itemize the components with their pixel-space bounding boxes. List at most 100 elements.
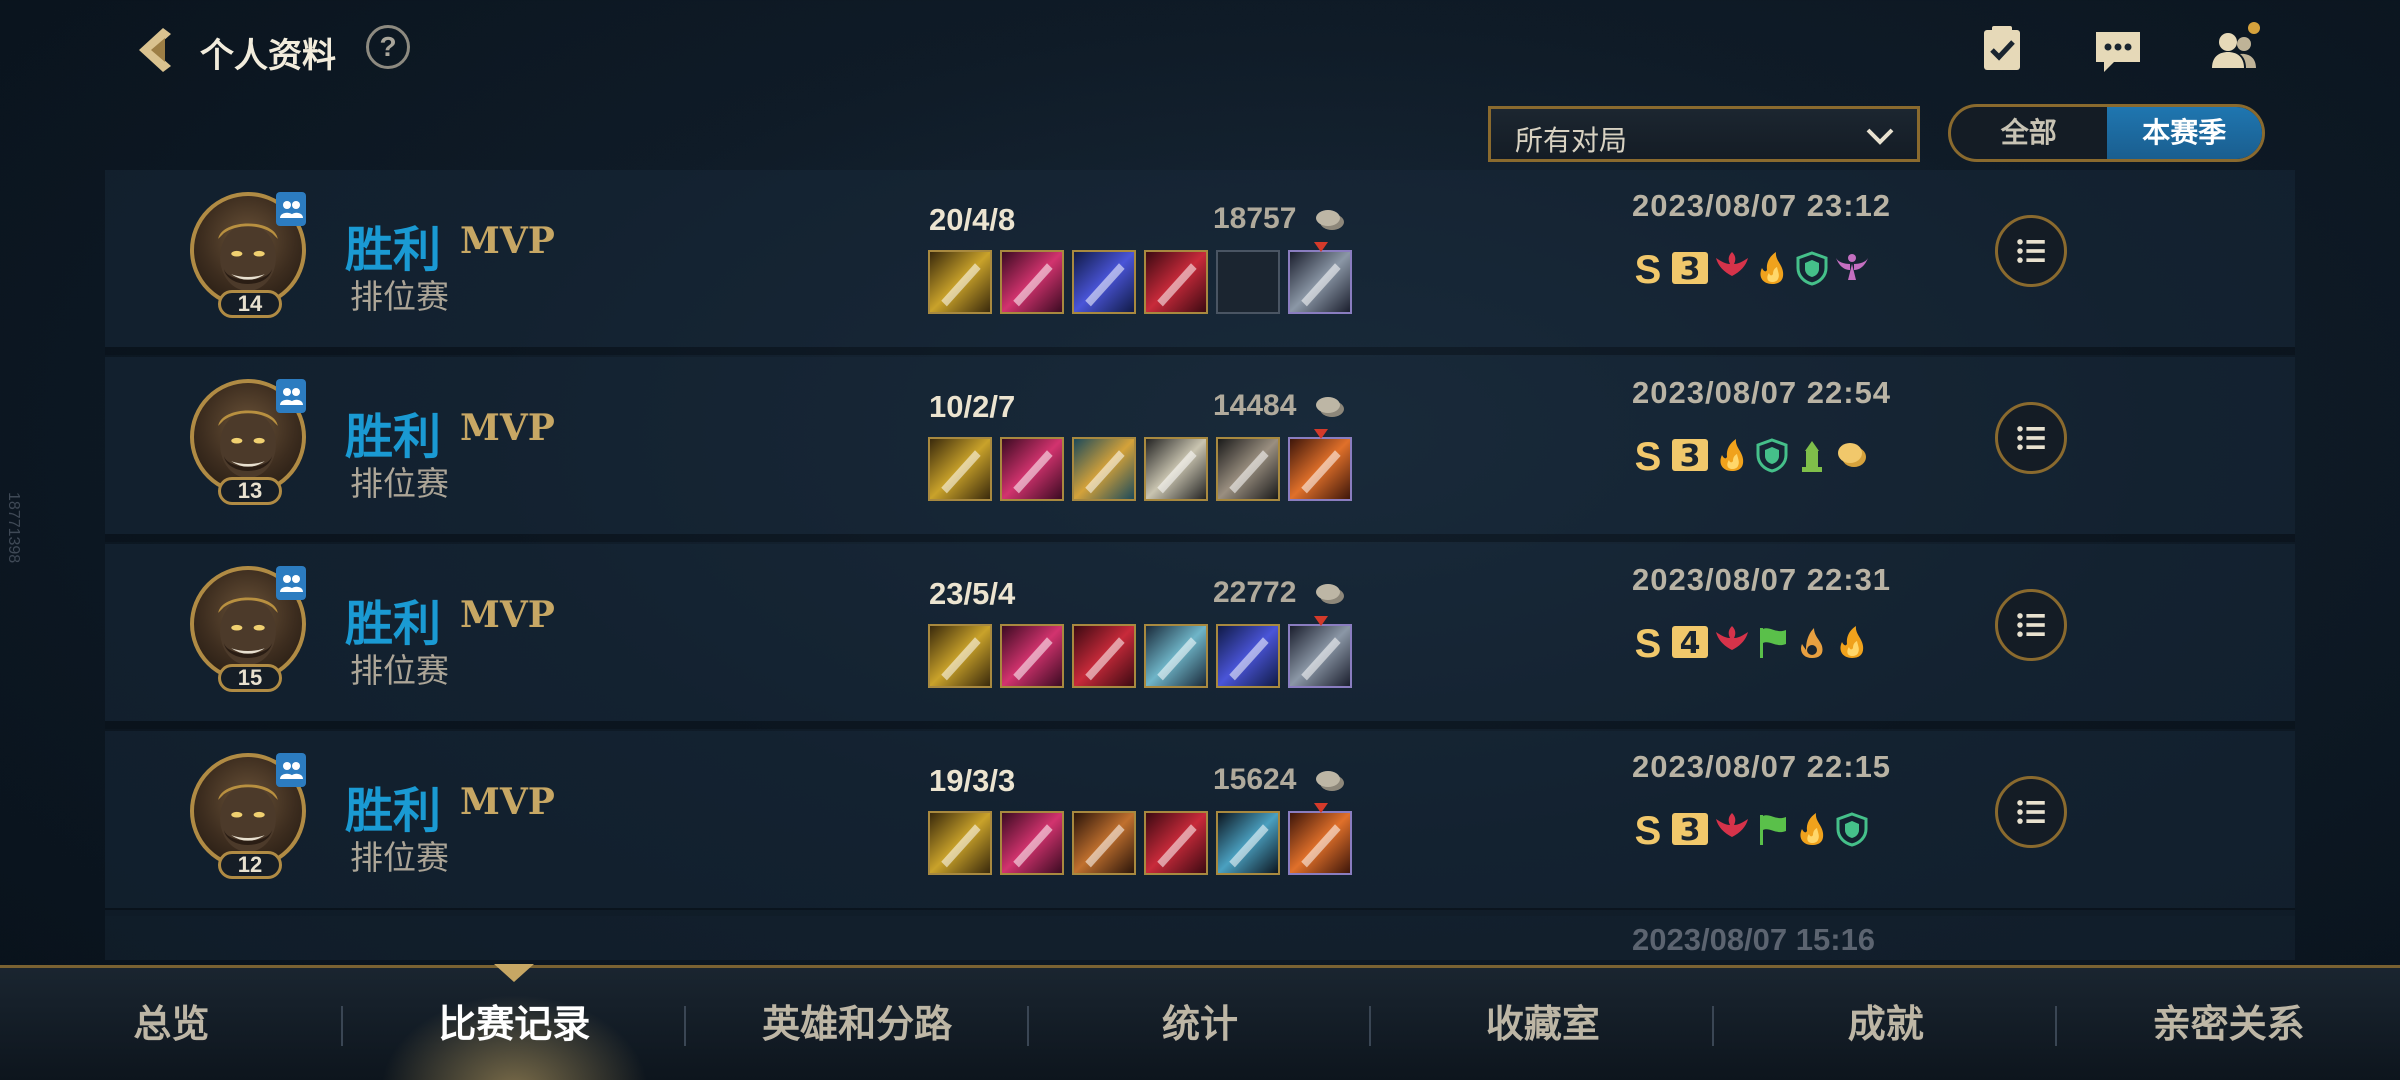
missions-icon — [1984, 26, 2020, 70]
segment-all[interactable]: 全部 — [1951, 107, 2107, 159]
multikill-icon: 4 — [1670, 622, 1710, 667]
multikill-icon: 3 — [1670, 248, 1710, 293]
game-mode: 排位赛 — [350, 465, 449, 502]
nav-tab-0[interactable]: 总览 — [0, 968, 343, 1080]
flame-icon — [1794, 811, 1830, 852]
lightning-sword-item[interactable] — [928, 437, 992, 501]
nav-tab-4[interactable]: 收藏室 — [1371, 968, 1715, 1080]
lightning-sword-item[interactable] — [928, 811, 992, 875]
red-armor-item[interactable] — [1144, 811, 1208, 875]
achievement-badges: S3 — [1630, 809, 1870, 854]
nav-tab-label: 成就 — [1847, 1004, 1924, 1046]
segment-current-season[interactable]: 本赛季 — [2106, 107, 2262, 159]
missions-button[interactable] — [1974, 22, 2030, 78]
kda-score: 20/4/8 — [929, 202, 1016, 237]
red-wings-icon — [1714, 811, 1750, 852]
season-toggle: 全部 本赛季 — [1948, 104, 2265, 162]
nav-tab-1[interactable]: 比赛记录 — [342, 964, 686, 1080]
angel-icon — [1834, 250, 1870, 291]
multikill-icon: 3 — [1670, 809, 1710, 854]
steel-wing-item[interactable] — [1144, 624, 1208, 688]
chevron-down-icon — [1866, 128, 1894, 145]
game-mode: 排位赛 — [350, 652, 449, 689]
gold-earned: 18757 — [1213, 202, 1297, 235]
list-icon — [2017, 239, 2045, 263]
match-detail-button[interactable] — [1995, 402, 2067, 474]
nav-tab-label: 英雄和分路 — [762, 1004, 953, 1046]
red-wings-icon — [1714, 624, 1750, 665]
crimson-blade-item[interactable] — [1000, 250, 1064, 314]
match-detail-button[interactable] — [1995, 215, 2067, 287]
team-badge-icon — [276, 379, 306, 413]
stone-trinket-item[interactable] — [1288, 242, 1352, 314]
grade-label: S — [1634, 435, 1662, 479]
team-badge-icon — [276, 753, 306, 787]
match-date-partial: 2023/08/07 15:16 — [1632, 922, 1876, 957]
match-detail-button[interactable] — [1995, 589, 2067, 661]
nav-tab-label: 亲密关系 — [2152, 1004, 2305, 1046]
stone-trinket-item[interactable] — [1288, 616, 1352, 688]
match-date: 2023/08/07 22:31 — [1632, 562, 1892, 597]
match-row[interactable]: 15 胜利 MVP 排位赛 23/5/4 22772 2023/08/07 22:31 S 4 — [105, 544, 2295, 729]
match-detail-button[interactable] — [1995, 776, 2067, 848]
nav-tab-6[interactable]: 亲密关系 — [2057, 968, 2400, 1080]
nav-tab-2[interactable]: 英雄和分路 — [686, 968, 1029, 1080]
match-row[interactable]: 13 胜利 MVP 排位赛 10/2/7 14484 2023/08/07 22:54 S 3 — [105, 357, 2295, 542]
kda-score: 10/2/7 — [929, 389, 1016, 424]
list-icon — [2017, 800, 2045, 824]
lightning-sword-item[interactable] — [928, 250, 992, 314]
match-row[interactable]: 14 胜利 MVP 排位赛 20/4/8 18757 2023/08/07 23:12 S 3 — [105, 170, 2295, 355]
crimson-blade-item[interactable] — [1000, 437, 1064, 501]
list-icon — [2017, 426, 2045, 450]
golden-helm-item[interactable] — [1072, 437, 1136, 501]
tower-icon — [1794, 437, 1830, 478]
crimson-blade-item[interactable] — [1000, 811, 1064, 875]
team-badge-icon — [276, 192, 306, 226]
shield-icon — [1754, 437, 1790, 478]
azure-spear-item[interactable] — [1216, 624, 1280, 688]
dark-arrow-item[interactable] — [1216, 811, 1280, 875]
item-slots — [928, 616, 1352, 688]
lightning-sword-item[interactable] — [928, 624, 992, 688]
steel-sword-item[interactable] — [1144, 437, 1208, 501]
bronze-horn-item[interactable] — [1072, 811, 1136, 875]
multikill-icon: 3 — [1670, 435, 1710, 480]
fire-trinket-item[interactable] — [1288, 429, 1352, 501]
fire-trinket-item[interactable] — [1288, 803, 1352, 875]
nav-tab-5[interactable]: 成就 — [1714, 968, 2058, 1080]
match-list: 14 胜利 MVP 排位赛 20/4/8 18757 2023/08/07 23:12 S 3 1… — [105, 170, 2295, 960]
flame-icon — [1714, 437, 1750, 478]
gold-coin-icon — [1834, 437, 1870, 478]
back-button[interactable] — [125, 20, 185, 80]
gold-earned: 22772 — [1213, 576, 1297, 609]
nav-tab-label: 收藏室 — [1485, 1004, 1600, 1046]
red-armor-item[interactable] — [1144, 250, 1208, 314]
chat-button[interactable] — [2090, 22, 2146, 78]
red-armor-item[interactable] — [1072, 624, 1136, 688]
nav-tab-3[interactable]: 统计 — [1029, 968, 1372, 1080]
shield-icon — [1834, 811, 1870, 852]
match-type-dropdown[interactable]: 所有对局 — [1488, 106, 1920, 162]
gold-icon — [1315, 769, 1345, 793]
grade-label: S — [1634, 622, 1662, 666]
gold-icon — [1315, 208, 1345, 232]
grade-label: S — [1634, 248, 1662, 292]
match-row[interactable]: 12 胜利 MVP 排位赛 19/3/3 15624 2023/08/07 22:15 S 3 — [105, 731, 2295, 916]
friends-button[interactable] — [2206, 22, 2262, 78]
kda-score: 23/5/4 — [929, 576, 1016, 611]
match-row-partial[interactable]: 2023/08/07 15:16 — [105, 910, 2295, 960]
gold-icon — [1315, 395, 1345, 419]
azure-spear-item[interactable] — [1072, 250, 1136, 314]
champion-level: 14 — [218, 290, 282, 318]
help-button[interactable]: ? — [366, 25, 410, 69]
list-icon — [2017, 613, 2045, 637]
kda-score: 19/3/3 — [929, 763, 1016, 798]
gauntlet-item[interactable] — [1216, 437, 1280, 501]
crimson-blade-item[interactable] — [1000, 624, 1064, 688]
match-date: 2023/08/07 22:15 — [1632, 749, 1892, 784]
svg-text:3: 3 — [1680, 813, 1701, 848]
hand-flame-icon — [1794, 624, 1830, 665]
red-wings-icon — [1714, 250, 1750, 291]
side-id: 18771398 — [5, 492, 22, 564]
active-tab-caret — [494, 964, 535, 982]
